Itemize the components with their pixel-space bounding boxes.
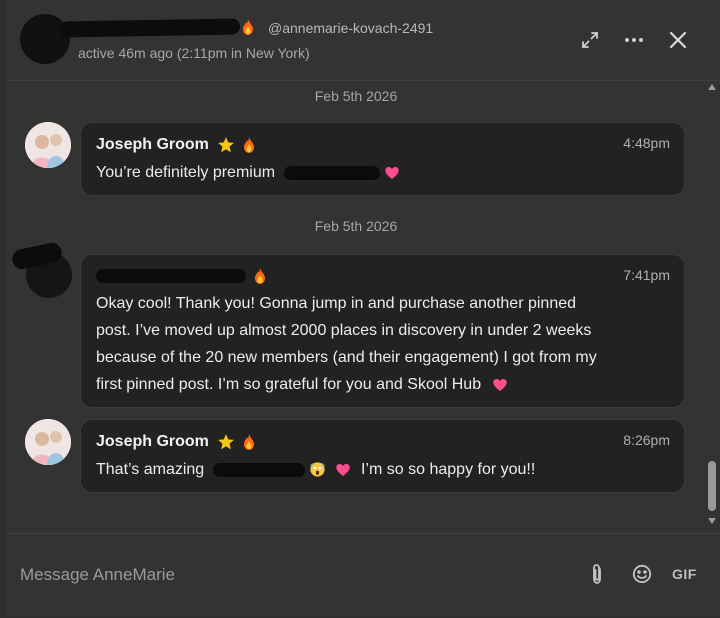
gif-label: GIF [672,566,697,582]
close-button[interactable] [666,28,690,52]
more-options-button[interactable] [622,28,646,52]
flame-icon [243,137,254,153]
message-bubble: Joseph Groom 4:48pm You’re definitely pr… [80,122,685,196]
paperclip-icon [593,564,601,584]
message-list: Feb 5th 2026 Joseph Groom 4:48pm You’re … [6,81,706,533]
message-line: Okay cool! Thank you! Gonna jump in and … [96,295,577,312]
flame-icon [255,268,265,284]
emoji-icon [632,564,652,584]
message-text: That’s amazing [96,461,205,478]
sender-row [96,268,266,284]
chat-window: @annemarie-kovach-2491 active 46m ago (2… [6,0,720,617]
emoji-button[interactable] [632,562,652,586]
attach-button[interactable] [589,562,605,586]
sparkling-heart-icon [335,463,350,476]
avatar[interactable] [20,14,70,64]
sender-row: Joseph Groom [96,433,255,451]
user-handle[interactable]: @annemarie-kovach-2491 [268,20,433,36]
message-input[interactable] [18,560,562,590]
redacted-sender-name [96,269,246,283]
avatar[interactable] [25,122,71,168]
message-composer: GIF [6,533,720,618]
more-icon [625,38,643,42]
message-bubble: Joseph Groom 8:26pm That’s amazing I’m s… [80,419,685,493]
close-icon [669,31,687,49]
active-status: active 46m ago (2:11pm in New York) [78,45,310,61]
gif-button[interactable]: GIF [672,562,697,586]
message-text-row: That’s amazing I’m so so happy for you!! [96,456,535,483]
message-bubble: 7:41pm Okay cool! Thank you! Gonna jump … [80,254,685,408]
sparkling-heart-icon [385,166,399,179]
scrollbar[interactable] [706,81,720,533]
flame-icon [243,434,254,450]
message-text: You’re definitely premium [96,164,276,181]
message-text-row: You’re definitely premium [96,159,400,186]
expand-button[interactable] [578,28,602,52]
avatar-image [25,419,71,465]
scroll-thumb[interactable] [708,461,716,511]
redacted-text [283,165,380,180]
chat-header: @annemarie-kovach-2491 active 46m ago (2… [6,0,720,81]
message-text: I’m so so happy for you!! [361,461,536,478]
message-text-row: first pinned post. I’m so grateful for y… [96,371,508,398]
sender-name[interactable]: Joseph Groom [96,433,209,451]
message-line: first pinned post. I’m so grateful for y… [96,376,482,393]
scroll-up-icon[interactable] [707,83,717,91]
message-time: 8:26pm [623,432,670,448]
sparkling-heart-icon [492,378,507,391]
message-line: post. I’ve moved up almost 2000 places i… [96,322,592,339]
scroll-down-icon[interactable] [707,517,717,525]
message-time: 7:41pm [623,267,670,283]
message-line: because of the 20 new members (and their… [96,349,597,366]
date-separator: Feb 5th 2026 [314,88,398,104]
star-icon [218,434,234,450]
sender-row: Joseph Groom [96,136,255,154]
date-separator: Feb 5th 2026 [314,218,398,234]
flame-icon [243,19,253,35]
avatar-image [25,122,71,168]
message-time: 4:48pm [623,135,670,151]
expand-icon [582,32,598,48]
redacted-name [59,18,241,38]
avatar[interactable] [25,419,71,465]
star-icon [218,137,234,153]
sender-name[interactable]: Joseph Groom [96,136,209,154]
shocked-face-icon [310,462,325,477]
redacted-text [212,462,305,477]
